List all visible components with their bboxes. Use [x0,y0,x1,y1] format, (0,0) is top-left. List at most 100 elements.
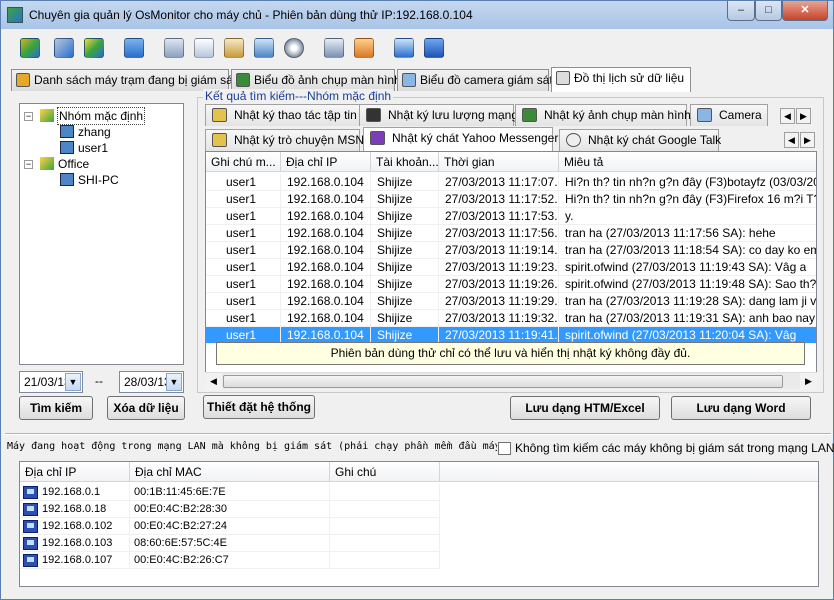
table-cell: user1 [206,174,281,191]
trial-notice: Phiên bản dùng thử chỉ có thể lưu và hiể… [216,342,805,365]
table-cell: 192.168.0.104 [281,242,371,259]
column-header[interactable]: Ghi chú m... [206,152,281,172]
tab-file-log[interactable]: Nhật ký thao tác tập tin [205,104,360,126]
column-header[interactable]: Địa chỉ IP [20,462,130,482]
table-row[interactable]: user1 192.168.0.104 Shijize 27/03/2013 11:1… [206,259,816,276]
person-icon[interactable] [351,35,377,61]
table-cell: Shijize [371,242,439,259]
table-row[interactable]: user1 192.168.0.104 Shijize 27/03/2013 11:1… [206,191,816,208]
close-button[interactable]: ✕ [782,1,828,21]
table-header: Địa chỉ IP Địa chỉ MAC Ghi chú [20,462,818,482]
system-settings-button[interactable]: Thiết đặt hệ thống [203,395,315,419]
minimize-button[interactable]: – [727,1,755,21]
list-item[interactable]: 192.168.0.107 00:E0:4C:B2:26:C7 [20,552,818,569]
table-cell: 192.168.0.104 [281,225,371,242]
table-cell: 192.168.0.18 [20,501,130,518]
table-cell: 192.168.0.104 [281,174,371,191]
column-header[interactable]: Địa chỉ MAC [130,462,330,482]
screen-icon[interactable] [321,35,347,61]
find-icon[interactable] [221,35,247,61]
list-item[interactable]: 192.168.0.18 00:E0:4C:B2:28:30 [20,501,818,518]
disc-icon[interactable] [281,35,307,61]
table-cell: Shijize [371,174,439,191]
results-legend: Kết quả tìm kiếm---Nhóm mặc định [203,89,394,103]
delete-data-button[interactable]: Xóa dữ liệu [107,396,185,420]
tab-network-log[interactable]: Nhật ký lưu lượng mạng [359,104,518,126]
scroll-left-icon[interactable]: ◀ [205,373,222,390]
no-search-checkbox[interactable] [498,442,511,455]
column-header[interactable]: Miêu tả [559,152,816,172]
chevron-down-icon[interactable]: ▼ [166,373,182,391]
tab-yahoo-log[interactable]: Nhật ký chát Yahoo Messenger [363,127,558,151]
main-window: Chuyên gia quản lý OsMonitor cho máy chủ… [0,0,834,600]
table-row[interactable]: user1 192.168.0.104 Shijize 27/03/2013 11:1… [206,276,816,293]
save-word-button[interactable]: Lưu dạng Word [671,396,811,420]
table-cell: 27/03/2013 11:17:52... [439,191,559,208]
no-search-label: Không tìm kiếm các máy không bị giám sát… [515,441,834,455]
ip-text: 192.168.0.107 [42,554,113,566]
table-row[interactable]: user1 192.168.0.104 Shijize 27/03/2013 11:1… [206,293,816,310]
table-cell: 192.168.0.104 [281,191,371,208]
history-icon [556,71,570,85]
list-item[interactable]: 192.168.0.103 08:60:6E:57:5C:4E [20,535,818,552]
table-row[interactable]: user1 192.168.0.104 Shijize 27/03/2013 11:1… [206,225,816,242]
table-cell [330,535,440,552]
horizontal-scrollbar[interactable]: ◀ ▶ [205,372,817,390]
tab-camera-log[interactable]: Camera [690,104,768,126]
help-icon[interactable] [421,35,447,61]
tab-scroll-right-icon[interactable]: ▶ [800,132,815,148]
table-row[interactable]: user1 192.168.0.104 Shijize 27/03/2013 11:1… [206,242,816,259]
collapse-icon[interactable]: − [24,112,33,121]
scroll-thumb[interactable] [223,375,783,388]
tab-msn-log[interactable]: Nhật ký trò chuyện MSN [205,129,364,151]
chevron-down-icon[interactable]: ▼ [65,373,81,391]
tab-camera-chart[interactable]: Biểu đồ camera giám sát [397,69,553,91]
stack-icon[interactable] [17,35,43,61]
mail-icon[interactable] [191,35,217,61]
column-header[interactable]: Ghi chú [330,462,440,482]
collapse-icon[interactable]: − [24,160,33,169]
list-item[interactable]: 192.168.0.1 00:1B:11:45:6E:7E [20,484,818,501]
users-icon[interactable] [81,35,107,61]
search-button[interactable]: Tìm kiếm [19,396,93,420]
list-item[interactable]: 192.168.0.102 00:E0:4C:B2:27:24 [20,518,818,535]
table-cell: user1 [206,225,281,242]
tab-screenshot-chart[interactable]: Biểu đồ ảnh chụp màn hình [231,69,401,91]
info-icon[interactable] [121,35,147,61]
maximize-button[interactable]: □ [755,1,782,21]
table-cell: 27/03/2013 11:19:23... [439,259,559,276]
lan-table: Địa chỉ IP Địa chỉ MAC Ghi chú 192.168.0… [19,461,819,587]
column-header[interactable]: Thời gian [439,152,559,172]
monitor-icon[interactable] [161,35,187,61]
table-cell: 192.168.0.104 [281,259,371,276]
computer-icon [60,125,74,138]
table-cell: Shijize [371,293,439,310]
date-to-picker[interactable]: 28/03/13 ▼ [119,371,184,393]
save-html-button[interactable]: Lưu dạng HTM/Excel [510,396,660,420]
tab-gtalk-log[interactable]: Nhật ký chát Google Talk [559,129,721,151]
tab-history-data[interactable]: Đồ thị lịch sử dữ liệu [551,67,691,92]
column-header[interactable]: Tài khoản... [371,152,439,172]
tab-scroll-left-icon[interactable]: ◀ [784,132,799,148]
windows-icon[interactable] [251,35,277,61]
tab-scroll-left-icon[interactable]: ◀ [780,108,795,124]
table-cell: 08:60:6E:57:5C:4E [130,535,330,552]
date-from-picker[interactable]: 21/03/13 ▼ [19,371,83,393]
table-row[interactable]: user1 192.168.0.104 Shijize 27/03/2013 11:1… [206,310,816,327]
cart-icon[interactable] [391,35,417,61]
network-icon [366,108,381,122]
table-cell: Hi?n th? tin nh?n g?n đây (F3)Firefox 16… [559,191,816,208]
scroll-right-icon[interactable]: ▶ [800,373,817,390]
table-cell: user1 [206,191,281,208]
table-row[interactable]: user1 192.168.0.104 Shijize 27/03/2013 11:1… [206,208,816,225]
table-cell: 00:E0:4C:B2:26:C7 [130,552,330,569]
table-cell: spirit.ofwind (27/03/2013 11:19:43 SA): … [559,259,816,276]
settings-icon[interactable] [51,35,77,61]
table-cell: 192.168.0.103 [20,535,130,552]
table-row[interactable]: user1 192.168.0.104 Shijize 27/03/2013 11:1… [206,174,816,191]
tab-workstation-list[interactable]: Danh sách máy trạm đang bị giám sát1 [11,69,243,91]
tab-screenshot-log[interactable]: Nhật ký ảnh chụp màn hình [515,104,691,126]
tab-scroll-right-icon[interactable]: ▶ [796,108,811,124]
ip-text: 192.168.0.18 [42,503,107,515]
column-header[interactable]: Địa chỉ IP [281,152,371,172]
